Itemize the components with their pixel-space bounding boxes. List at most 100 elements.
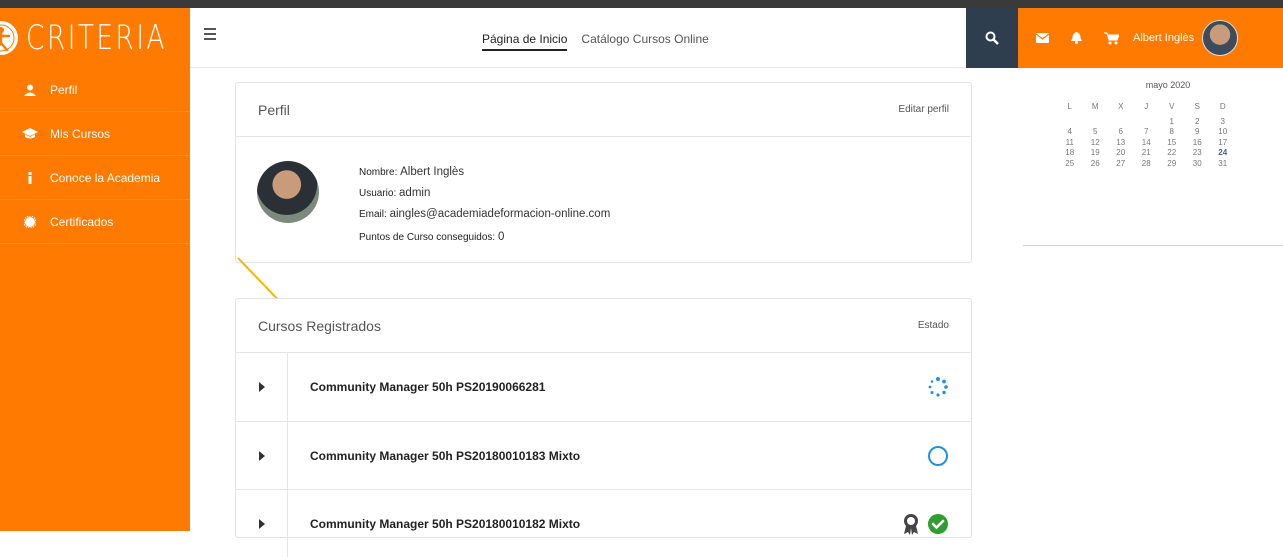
sidebar-item-label: Conoce la Academia [50, 170, 161, 185]
tab-catalogo-cursos-online[interactable]: Catálogo Cursos Online [581, 32, 708, 51]
profile-card-header: Perfil Editar perfil [236, 83, 971, 137]
sidebar-item-certificados[interactable]: Certificados [0, 200, 190, 244]
calendar-day[interactable]: 20 [1108, 148, 1134, 159]
calendar-day[interactable]: 16 [1185, 138, 1211, 149]
profile-field-email: Email: aingles@academiadeformacion-onlin… [359, 208, 611, 220]
calendar-day[interactable]: 2 [1185, 117, 1211, 128]
profile-field-name: Nombre: Albert Inglès [359, 166, 465, 178]
calendar-day[interactable]: 8 [1159, 127, 1185, 138]
calendar-day[interactable]: 19 [1083, 148, 1109, 159]
calendar-day[interactable]: 12 [1083, 138, 1109, 149]
mail-icon[interactable] [1036, 33, 1049, 43]
calendar-day[interactable]: 21 [1134, 148, 1160, 159]
calendar-day[interactable]: 5 [1083, 127, 1109, 138]
certificate-icon [22, 215, 38, 228]
course-name[interactable]: Community Manager 50h PS20180010182 Mixt… [310, 517, 580, 531]
calendar-day-today[interactable]: 24 [1210, 148, 1236, 159]
calendar-day [1134, 117, 1160, 128]
calendar-weekday: D [1219, 102, 1226, 111]
sidebar-item-label: Certificados [50, 214, 114, 229]
calendar-month-title: mayo 2020 [1145, 80, 1191, 90]
sidebar-item-conoce-la-academia[interactable]: Conoce la Academia [0, 156, 190, 200]
calendar-weekday: X [1118, 102, 1124, 111]
logo-emblem-icon [0, 21, 18, 55]
calendar-day[interactable]: 7 [1134, 127, 1160, 138]
courses-card-header: Cursos Registrados Estado [236, 299, 971, 353]
calendar-day[interactable]: 17 [1210, 138, 1236, 149]
user-icon [22, 84, 38, 96]
calendar-weekday: S [1194, 102, 1200, 111]
caret-right-icon [258, 450, 265, 461]
calendar-day[interactable]: 9 [1185, 127, 1211, 138]
course-name[interactable]: Community Manager 50h PS20180010183 Mixt… [310, 449, 580, 463]
calendar-day[interactable]: 11 [1057, 138, 1083, 149]
calendar-day[interactable]: 1 [1159, 117, 1185, 128]
brand-logo[interactable]: CRITERIA [0, 8, 190, 68]
caret-right-icon [258, 382, 265, 392]
table-row[interactable]: Community Manager 50h PS20180010183 Mixt… [236, 421, 971, 489]
tab-pagina-de-inicio[interactable]: Página de Inicio [482, 32, 568, 51]
calendar-grid: L M X J V S D 1 2 3 4 5 6 7 8 9 10 11 12 13 14 15 16 17 18 19 20 21… [1057, 102, 1283, 169]
calendar-day[interactable]: 30 [1185, 159, 1211, 170]
status-cell [901, 490, 949, 557]
calendar-day[interactable]: 18 [1057, 148, 1083, 159]
sidebar-item-label: Mis Cursos [50, 126, 111, 141]
calendar-day[interactable]: 25 [1057, 159, 1083, 170]
calendar-day[interactable]: 13 [1108, 138, 1134, 149]
graduation-cap-icon [22, 128, 38, 139]
table-row[interactable]: Community Manager 50h PS20180010182 Mixt… [236, 489, 971, 557]
calendar-week-row: 123 [1057, 117, 1283, 128]
window-top-strip [0, 0, 1283, 8]
sidebar-item-label: Perfil [50, 82, 78, 97]
edit-profile-link[interactable]: Editar perfil [898, 104, 949, 115]
certificate-badge-icon[interactable] [901, 513, 921, 535]
calendar-day[interactable]: 22 [1159, 148, 1185, 159]
expand-toggle[interactable] [236, 490, 288, 557]
profile-field-points: Puntos de Curso conseguidos: 0 [359, 231, 505, 243]
menu-toggle-icon[interactable] [204, 28, 216, 43]
search-button[interactable] [966, 8, 1018, 68]
calendar-day[interactable]: 4 [1057, 127, 1083, 138]
cart-icon[interactable] [1104, 32, 1119, 45]
calendar-weekday: M [1091, 102, 1099, 111]
calendar-day[interactable]: 23 [1185, 148, 1211, 159]
avatar[interactable] [1202, 20, 1239, 56]
calendar-week-row: 25 26 27 28 29 30 31 [1057, 159, 1283, 170]
profile-body: Nombre: Albert Inglès Usuario: admin Ema… [236, 137, 971, 263]
calendar-day [1057, 117, 1083, 128]
sidebar-item-mis-cursos[interactable]: Mis Cursos [0, 112, 190, 156]
calendar-day[interactable]: 31 [1210, 159, 1236, 170]
calendar-day[interactable]: 28 [1134, 159, 1160, 170]
calendar-weekday: V [1169, 102, 1175, 111]
not-started-circle-icon [928, 445, 948, 466]
calendar-day[interactable]: 14 [1134, 138, 1160, 149]
calendar-day[interactable]: 3 [1210, 117, 1236, 128]
calendar-weekday: L [1067, 102, 1072, 111]
calendar-day[interactable]: 15 [1159, 138, 1185, 149]
expand-toggle[interactable] [236, 353, 288, 421]
user-name[interactable]: Albert Inglès [1133, 32, 1194, 44]
expand-toggle[interactable] [236, 422, 288, 489]
calendar-day[interactable]: 10 [1210, 127, 1236, 138]
completed-check-icon [928, 513, 948, 534]
info-icon [22, 171, 38, 184]
courses-card: Cursos Registrados Estado Community Mana… [235, 298, 972, 557]
table-row[interactable]: Community Manager 50h PS20190066281 [236, 353, 971, 421]
in-progress-spinner-icon [928, 377, 948, 397]
courses-card-title: Cursos Registrados [258, 317, 381, 334]
user-toolbar: Albert Inglès [1018, 8, 1283, 68]
sidebar-item-perfil[interactable]: Perfil [0, 68, 190, 112]
calendar-week-row: 18 19 20 21 22 23 24 [1057, 148, 1283, 159]
search-icon [985, 31, 999, 45]
calendar-day[interactable]: 26 [1083, 159, 1109, 170]
course-name[interactable]: Community Manager 50h PS20190066281 [310, 380, 545, 394]
calendar-weekday: J [1144, 102, 1149, 111]
calendar-day[interactable]: 29 [1159, 159, 1185, 170]
calendar-week-row: 11 12 13 14 15 16 17 [1057, 138, 1283, 149]
profile-info: Nombre: Albert Inglès Usuario: admin Ema… [359, 161, 610, 249]
status-cell [927, 422, 949, 489]
calendar-day[interactable]: 6 [1108, 127, 1134, 138]
status-cell [927, 353, 949, 421]
calendar-day[interactable]: 27 [1108, 159, 1134, 170]
bell-icon[interactable] [1071, 32, 1082, 44]
